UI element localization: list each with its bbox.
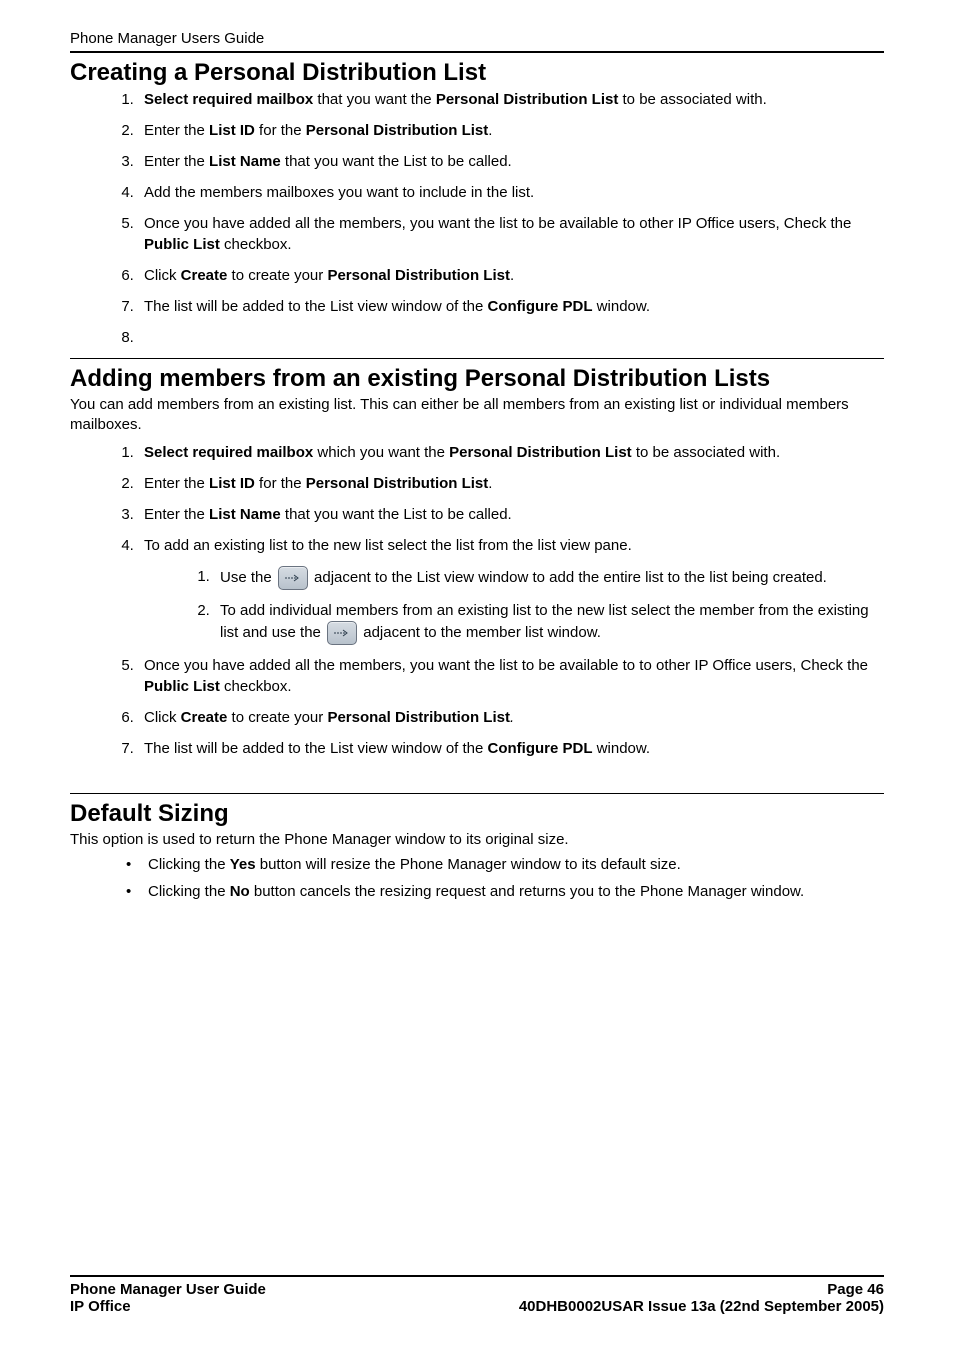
text: button will resize the Phone Manager win… xyxy=(256,856,681,873)
footer-doc-id: 40DHB0002USAR Issue 13a (22nd September … xyxy=(519,1298,884,1315)
text: . xyxy=(488,475,492,492)
text-bold: Yes xyxy=(230,856,256,873)
section-divider xyxy=(70,793,884,794)
list-item: Once you have added all the members, you… xyxy=(138,655,884,697)
text: to be associated with. xyxy=(618,91,766,108)
text: The list will be added to the List view … xyxy=(144,740,488,757)
text: Clicking the xyxy=(148,883,230,900)
text-bold: Create xyxy=(181,267,228,284)
heading-creating: Creating a Personal Distribution List xyxy=(70,59,884,87)
list-item: The list will be added to the List view … xyxy=(138,296,884,317)
list-item: Select required mailbox which you want t… xyxy=(138,442,884,463)
text: window. xyxy=(593,740,651,757)
list-item: Clicking the Yes button will resize the … xyxy=(126,856,884,873)
text: button cancels the resizing request and … xyxy=(250,883,805,900)
list-item: Enter the List Name that you want the Li… xyxy=(138,151,884,172)
text: Click xyxy=(144,709,181,726)
text: Enter the xyxy=(144,506,209,523)
creating-steps-list: Select required mailbox that you want th… xyxy=(70,89,884,348)
text: . xyxy=(488,122,492,139)
arrow-right-icon xyxy=(278,566,308,590)
text: for the xyxy=(255,122,306,139)
footer-left-product: IP Office xyxy=(70,1298,131,1315)
text: for the xyxy=(255,475,306,492)
text-bold: Public List xyxy=(144,236,220,253)
section-divider xyxy=(70,358,884,359)
heading-sizing: Default Sizing xyxy=(70,800,884,828)
text-bold: Personal Distribution List xyxy=(306,122,489,139)
adding-sub-list: Use the adjacent to the List view window… xyxy=(144,566,884,645)
text: To add an existing list to the new list … xyxy=(144,537,632,554)
text: The list will be added to the List view … xyxy=(144,298,488,315)
list-item: Enter the List ID for the Personal Distr… xyxy=(138,120,884,141)
text-bold: List Name xyxy=(209,506,281,523)
text: Enter the xyxy=(144,475,209,492)
text-bold: Select required mailbox xyxy=(144,444,313,461)
text: Once you have added all the members, you… xyxy=(144,657,868,674)
text-bold: List ID xyxy=(209,475,255,492)
text-bold: List ID xyxy=(209,122,255,139)
text-bold: List Name xyxy=(209,153,281,170)
page-footer: Phone Manager User Guide Page 46 IP Offi… xyxy=(70,1275,884,1315)
page-header-title: Phone Manager Users Guide xyxy=(70,30,884,47)
heading-adding: Adding members from an existing Personal… xyxy=(70,365,884,393)
text: Clicking the xyxy=(148,856,230,873)
list-item: Click Create to create your Personal Dis… xyxy=(138,265,884,286)
list-item: Click Create to create your Personal Dis… xyxy=(138,707,884,728)
list-item-empty xyxy=(138,327,884,348)
text: adjacent to the List view window to add … xyxy=(310,568,827,585)
text: Once you have added all the members, you… xyxy=(144,215,851,232)
text: Add the members mailboxes you want to in… xyxy=(144,184,534,201)
text: which you want the xyxy=(313,444,449,461)
text: . xyxy=(510,267,514,284)
intro-text: You can add members from an existing lis… xyxy=(70,395,884,436)
header-divider xyxy=(70,51,884,53)
text-bold: Personal Distribution List xyxy=(306,475,489,492)
text-bold: Public List xyxy=(144,678,220,695)
list-item: Once you have added all the members, you… xyxy=(138,213,884,255)
footer-page-number: Page 46 xyxy=(827,1281,884,1298)
list-item: Enter the List ID for the Personal Distr… xyxy=(138,473,884,494)
text: that you want the List to be called. xyxy=(281,506,512,523)
text: Click xyxy=(144,267,181,284)
text: . xyxy=(510,709,514,726)
text-bold: Create xyxy=(181,709,228,726)
text: to be associated with. xyxy=(632,444,780,461)
list-item: Select required mailbox that you want th… xyxy=(138,89,884,110)
text: Enter the xyxy=(144,153,209,170)
list-item: Add the members mailboxes you want to in… xyxy=(138,182,884,203)
text-bold: Configure PDL xyxy=(488,298,593,315)
list-item: Enter the List Name that you want the Li… xyxy=(138,504,884,525)
text-bold: Personal Distribution List xyxy=(436,91,619,108)
text: to create your xyxy=(227,709,327,726)
text-bold: Select required mailbox xyxy=(144,91,313,108)
sizing-bullet-list: Clicking the Yes button will resize the … xyxy=(70,856,884,900)
text: checkbox. xyxy=(220,236,292,253)
list-item: Use the adjacent to the List view window… xyxy=(214,566,884,590)
text: adjacent to the member list window. xyxy=(359,623,601,640)
adding-steps-list: Select required mailbox which you want t… xyxy=(70,442,884,759)
text: window. xyxy=(593,298,651,315)
text: checkbox. xyxy=(220,678,292,695)
text: to create your xyxy=(227,267,327,284)
arrow-right-icon xyxy=(327,621,357,645)
text: that you want the List to be called. xyxy=(281,153,512,170)
text: that you want the xyxy=(313,91,436,108)
text-bold: Personal Distribution List xyxy=(327,267,510,284)
text: Enter the xyxy=(144,122,209,139)
text-bold: No xyxy=(230,883,250,900)
list-item: Clicking the No button cancels the resiz… xyxy=(126,883,884,900)
text-bold: Personal Distribution List xyxy=(327,709,510,726)
intro-text: This option is used to return the Phone … xyxy=(70,830,884,850)
list-item: The list will be added to the List view … xyxy=(138,738,884,759)
list-item: To add individual members from an existi… xyxy=(214,600,884,645)
footer-left-title: Phone Manager User Guide xyxy=(70,1281,266,1298)
text-bold: Personal Distribution List xyxy=(449,444,632,461)
footer-divider xyxy=(70,1275,884,1277)
text-bold: Configure PDL xyxy=(488,740,593,757)
list-item: To add an existing list to the new list … xyxy=(138,535,884,645)
text: Use the xyxy=(220,568,276,585)
